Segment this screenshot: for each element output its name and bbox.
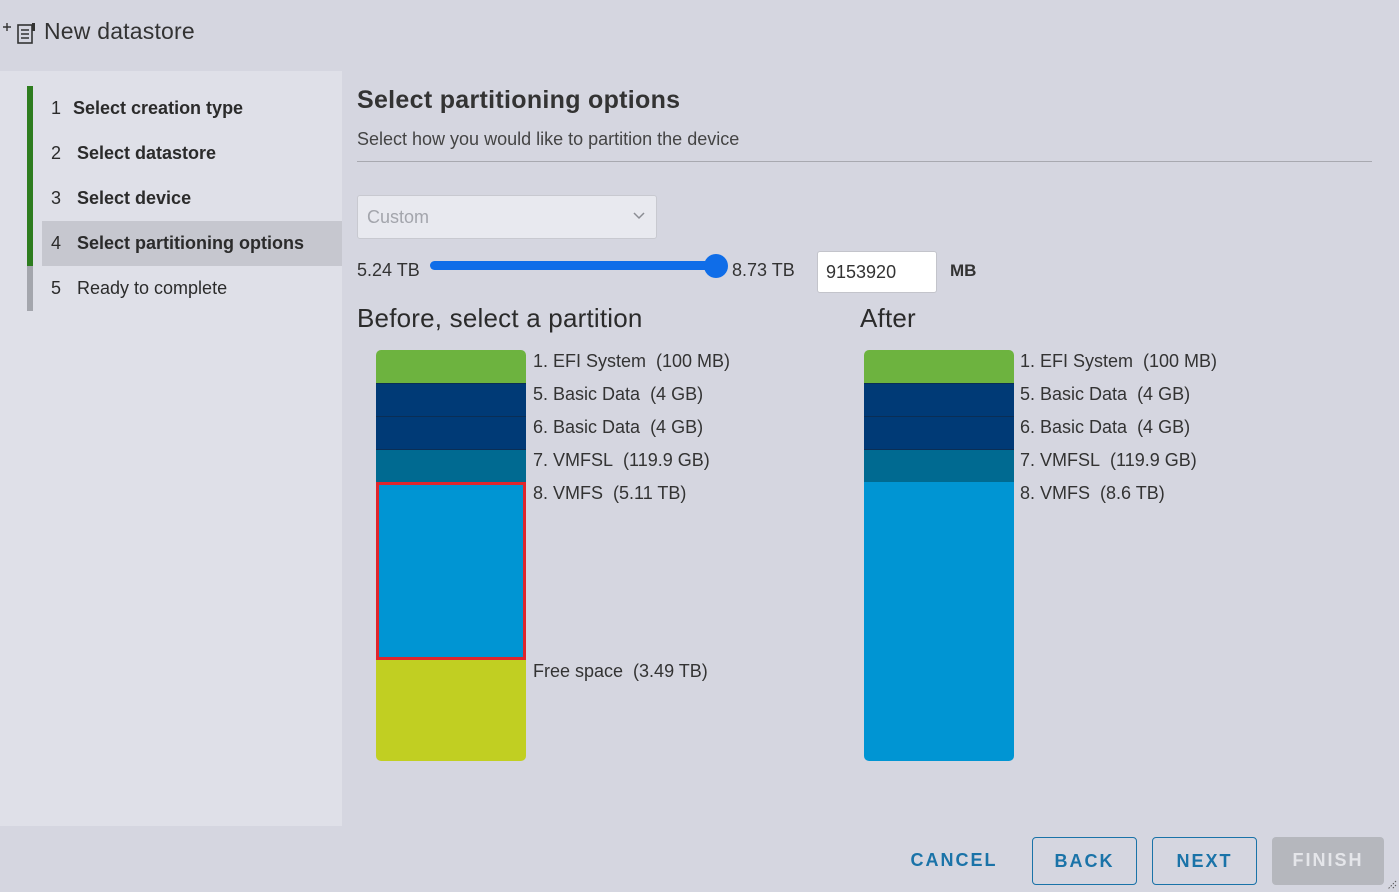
before-partition-vmfsl[interactable]: [376, 449, 526, 482]
step-number: 1: [51, 98, 62, 118]
step-label: Ready to complete: [77, 278, 228, 298]
after-partition-vmfs: [864, 482, 1014, 761]
dialog-header: New datastore: [0, 0, 1399, 70]
partition-layout-select[interactable]: Custom: [357, 195, 657, 239]
before-label-efi: 1. EFI System (100 MB): [533, 351, 731, 371]
step-select-device[interactable]: 3 Select device: [27, 176, 342, 221]
after-label-vmfsl: 7. VMFSL (119.9 GB): [1020, 450, 1197, 470]
add-datastore-icon: [3, 23, 35, 44]
step-number: 4: [51, 233, 62, 253]
chevron-down-icon: [633, 212, 645, 220]
step-indicator: [27, 86, 33, 131]
after-partition-efi: [864, 350, 1014, 383]
size-slider-track[interactable]: [430, 261, 716, 270]
after-title: After: [860, 303, 916, 333]
step-ready-to-complete[interactable]: 5 Ready to complete: [27, 266, 342, 311]
step-select-partitioning-options[interactable]: 4 Select partitioning options: [27, 221, 342, 266]
before-label-free-space: Free space (3.49 TB): [533, 661, 708, 681]
before-label-basic-data-6: 6. Basic Data (4 GB): [533, 417, 704, 437]
step-select-creation-type[interactable]: 1 Select creation type: [27, 86, 342, 131]
next-button[interactable]: NEXT: [1152, 837, 1257, 885]
dialog-footer: CANCEL BACK NEXT FINISH: [0, 826, 1399, 892]
back-button[interactable]: BACK: [1032, 837, 1137, 885]
before-title: Before, select a partition: [357, 303, 643, 333]
before-partition-vmfs[interactable]: [376, 482, 526, 660]
size-unit-label: MB: [950, 261, 977, 280]
step-indicator: [27, 176, 33, 221]
slider-max-label: 8.73 TB: [732, 260, 795, 280]
size-mb-input[interactable]: [817, 251, 937, 293]
page-subtitle: Select how you would like to partition t…: [357, 129, 740, 149]
slider-min-label: 5.24 TB: [357, 260, 420, 280]
after-label-basic-data-6: 6. Basic Data (4 GB): [1020, 417, 1191, 437]
before-partition-efi[interactable]: [376, 350, 526, 383]
after-partition-vmfsl: [864, 449, 1014, 482]
step-label: Select device: [77, 188, 192, 208]
size-slider-thumb[interactable]: [704, 254, 728, 278]
after-partition-basic-data-6: [864, 416, 1014, 449]
wizard-steps: 1 Select creation type 2 Select datastor…: [0, 71, 342, 826]
resize-grip-icon[interactable]: [1385, 878, 1397, 890]
after-label-basic-data-5: 5. Basic Data (4 GB): [1020, 384, 1191, 404]
divider: [357, 161, 1372, 162]
before-label-vmfs: 8. VMFS (5.11 TB): [533, 483, 687, 503]
before-label-basic-data-5: 5. Basic Data (4 GB): [533, 384, 704, 404]
step-indicator: [27, 266, 33, 311]
before-free-space[interactable]: [376, 660, 526, 761]
step-select-datastore[interactable]: 2 Select datastore: [27, 131, 342, 176]
after-label-efi: 1. EFI System (100 MB): [1020, 351, 1218, 371]
before-partition-basic-data-5[interactable]: [376, 383, 526, 416]
step-number: 2: [51, 143, 62, 163]
after-partition-basic-data-5: [864, 383, 1014, 416]
step-indicator: [27, 131, 33, 176]
before-disk-diagram: [376, 350, 526, 761]
step-label: Select datastore: [77, 143, 217, 163]
step-number: 3: [51, 188, 62, 208]
step-number: 5: [51, 278, 62, 298]
main-panel: Select partitioning options Select how y…: [342, 71, 1399, 826]
page-title: Select partitioning options: [357, 86, 681, 114]
after-disk-diagram: [864, 350, 1014, 761]
partition-layout-value: Custom: [367, 207, 430, 227]
cancel-button[interactable]: CANCEL: [893, 837, 1015, 885]
finish-button[interactable]: FINISH: [1272, 837, 1384, 885]
dialog-title: New datastore: [44, 18, 195, 44]
before-partition-basic-data-6[interactable]: [376, 416, 526, 449]
before-label-vmfsl: 7. VMFSL (119.9 GB): [533, 450, 710, 470]
step-label: Select creation type: [73, 98, 244, 118]
after-label-vmfs: 8. VMFS (8.6 TB): [1020, 483, 1165, 503]
step-label: Select partitioning options: [77, 233, 305, 253]
